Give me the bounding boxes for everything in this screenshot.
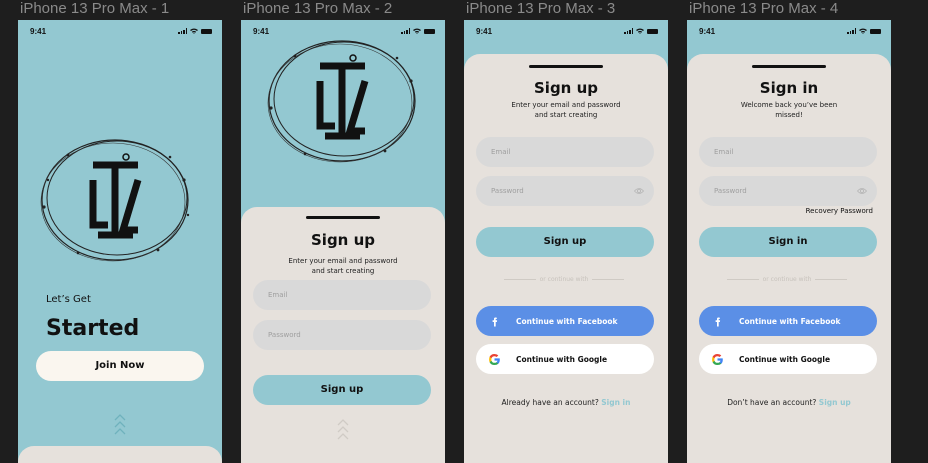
password-field[interactable]: Password xyxy=(699,176,877,206)
eye-icon[interactable] xyxy=(857,186,867,196)
signup-sheet: Sign up Enter your email and password an… xyxy=(464,54,668,463)
email-field[interactable]: Email xyxy=(476,137,654,167)
chevron-up-icon[interactable] xyxy=(114,412,126,440)
sheet-subtitle: Enter your email and password and start … xyxy=(511,101,621,119)
google-label: Continue with Google xyxy=(516,354,608,364)
facebook-icon xyxy=(488,315,501,328)
eye-icon[interactable] xyxy=(634,186,644,196)
wifi-icon xyxy=(190,28,198,34)
phone-frame-3: 9:41 Sign up Enter your email and passwo… xyxy=(464,20,668,463)
signin-button[interactable]: Sign in xyxy=(699,227,877,257)
continue-divider: or continue with xyxy=(727,274,847,284)
frame-label-1: iPhone 13 Pro Max - 1 xyxy=(20,0,170,17)
sheet-title: Sign in xyxy=(759,79,819,97)
signal-icon xyxy=(624,28,633,34)
facebook-button[interactable]: Continue with Facebook xyxy=(699,306,877,336)
wifi-icon xyxy=(859,28,867,34)
wifi-icon xyxy=(636,28,644,34)
facebook-button[interactable]: Continue with Facebook xyxy=(476,306,654,336)
google-button[interactable]: Continue with Google xyxy=(476,344,654,374)
status-bar: 9:41 xyxy=(18,20,222,42)
sheet-subtitle: Welcome back you’ve been missed! xyxy=(740,101,838,119)
sheet-handle[interactable] xyxy=(529,65,603,68)
email-field[interactable]: Email xyxy=(253,280,431,310)
status-time: 9:41 xyxy=(476,27,493,36)
password-field[interactable]: Password xyxy=(253,320,431,350)
status-bar: 9:41 xyxy=(687,20,891,42)
signal-icon xyxy=(847,28,856,34)
footer-text: Don’t have an account? xyxy=(727,398,817,407)
continue-divider: or continue with xyxy=(504,274,624,284)
battery-icon xyxy=(424,28,435,34)
bottom-sheet-peek[interactable] xyxy=(18,446,222,463)
facebook-label: Continue with Facebook xyxy=(739,316,841,326)
status-bar: 9:41 xyxy=(464,20,668,42)
signal-icon xyxy=(178,28,187,34)
status-time: 9:41 xyxy=(699,27,716,36)
signup-link[interactable]: Sign up xyxy=(819,398,851,407)
signup-button[interactable]: Sign up xyxy=(476,227,654,257)
wifi-icon xyxy=(413,28,421,34)
logo-emblem xyxy=(265,36,420,166)
battery-icon xyxy=(870,28,881,34)
google-label: Continue with Google xyxy=(739,354,831,364)
email-field[interactable]: Email xyxy=(699,137,877,167)
frame-label-4: iPhone 13 Pro Max - 4 xyxy=(689,0,839,17)
status-time: 9:41 xyxy=(30,27,47,36)
phone-frame-4: 9:41 Sign in Welcome back you’ve been mi… xyxy=(687,20,891,463)
signup-sheet: Sign up Enter your email and password an… xyxy=(241,207,445,463)
password-placeholder: Password xyxy=(491,187,524,195)
phone-frame-2: 9:41 Sign up Enter your email and passwo… xyxy=(241,20,445,463)
divider-text: or continue with xyxy=(539,275,589,283)
sheet-title: Sign up xyxy=(534,79,598,97)
divider-text: or continue with xyxy=(762,275,812,283)
frame-label-3: iPhone 13 Pro Max - 3 xyxy=(466,0,616,17)
battery-icon xyxy=(201,28,212,34)
google-button[interactable]: Continue with Google xyxy=(699,344,877,374)
signin-prompt: Already have an account? Sign in xyxy=(464,398,668,407)
sheet-handle[interactable] xyxy=(306,216,380,219)
password-placeholder: Password xyxy=(714,187,747,195)
facebook-label: Continue with Facebook xyxy=(516,316,618,326)
lets-get-text: Let’s Get xyxy=(46,294,91,305)
chevron-up-icon xyxy=(337,419,349,440)
google-icon xyxy=(488,353,501,366)
sheet-handle[interactable] xyxy=(752,65,826,68)
logo-emblem xyxy=(38,135,193,265)
signup-prompt: Don’t have an account? Sign up xyxy=(687,398,891,407)
battery-icon xyxy=(647,28,658,34)
signal-icon xyxy=(401,28,410,34)
sheet-subtitle: Enter your email and password and start … xyxy=(288,257,398,275)
phone-frame-1: 9:41 Let’s Get Started Join Now xyxy=(18,20,222,463)
sheet-title: Sign up xyxy=(311,231,375,249)
signin-sheet: Sign in Welcome back you’ve been missed!… xyxy=(687,54,891,463)
recovery-password-link[interactable]: Recovery Password xyxy=(806,207,873,215)
signup-button[interactable]: Sign up xyxy=(253,375,431,405)
google-icon xyxy=(711,353,724,366)
status-time: 9:41 xyxy=(253,27,270,36)
facebook-icon xyxy=(711,315,724,328)
footer-text: Already have an account? xyxy=(501,398,599,407)
signin-link[interactable]: Sign in xyxy=(601,398,630,407)
join-now-button[interactable]: Join Now xyxy=(36,351,204,381)
started-heading: Started xyxy=(46,316,140,341)
password-field[interactable]: Password xyxy=(476,176,654,206)
frame-label-2: iPhone 13 Pro Max - 2 xyxy=(243,0,393,17)
